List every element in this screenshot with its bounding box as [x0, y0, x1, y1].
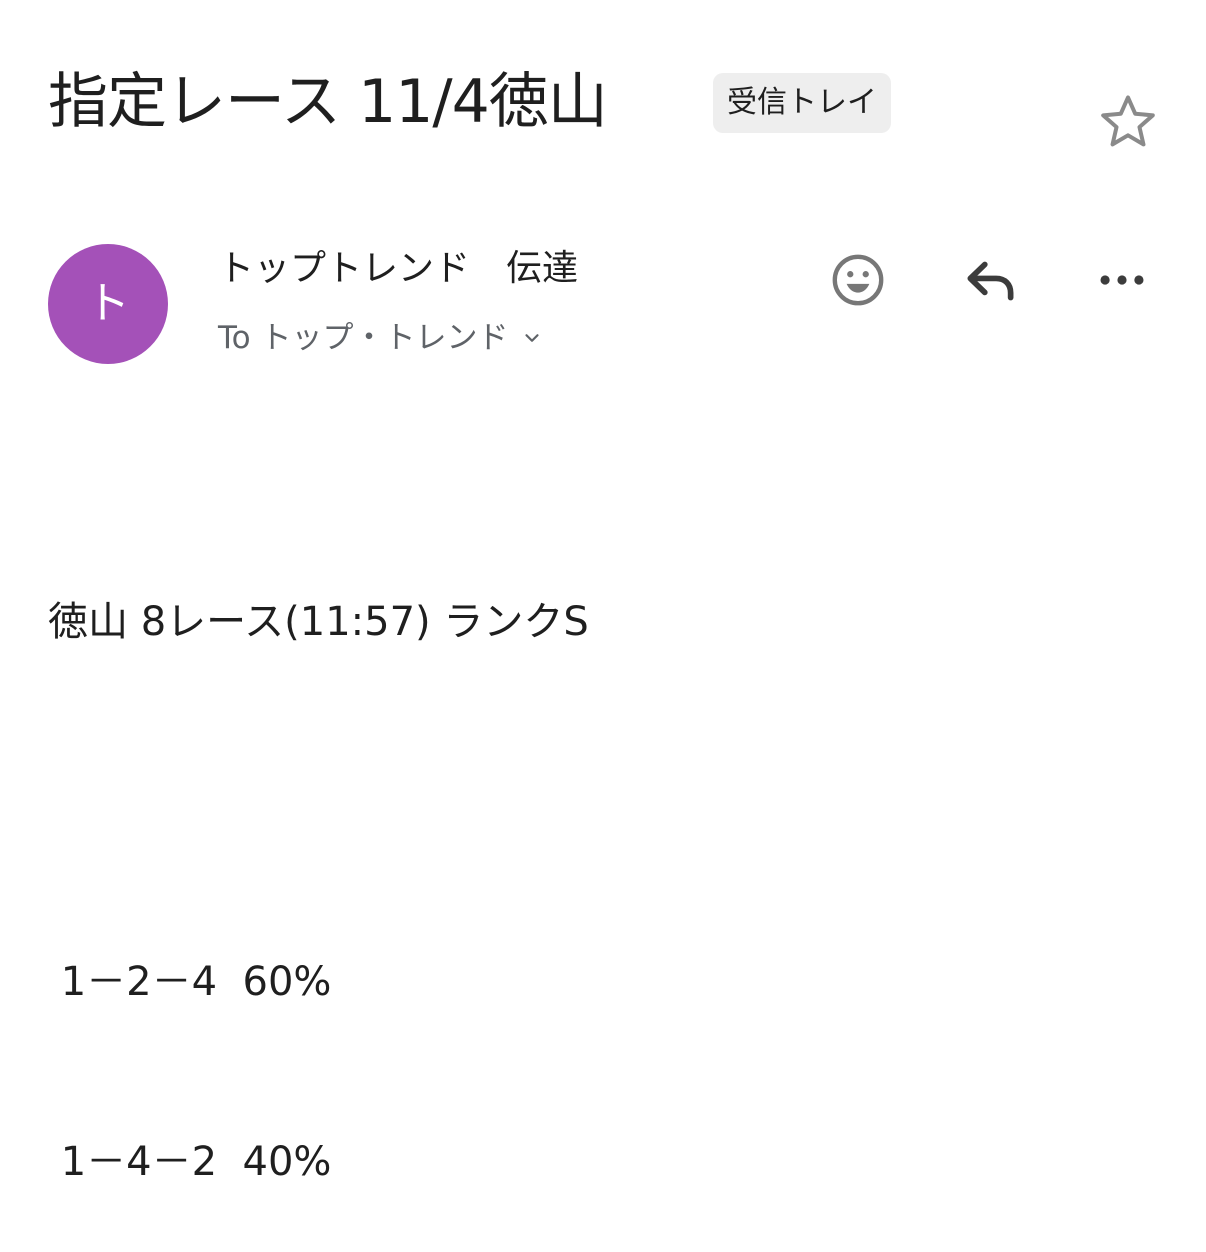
recipient-text: To トップ・トレンド [218, 320, 509, 356]
emoji-smile-icon [832, 254, 884, 306]
star-button[interactable] [1090, 84, 1166, 160]
chevron-down-icon [521, 327, 543, 349]
more-options-button[interactable] [1082, 240, 1162, 320]
inbox-label-chip[interactable]: 受信トレイ [713, 73, 891, 133]
add-reaction-button[interactable] [818, 240, 898, 320]
email-body: 徳山 8レース(11:57) ランクS 1－2－4 60% 1－4－2 40% [48, 472, 589, 1252]
sender-name[interactable]: トップトレンド 伝達 [218, 244, 578, 294]
reply-button[interactable] [951, 240, 1031, 320]
recipient-details-toggle[interactable]: To トップ・トレンド [218, 316, 543, 360]
more-horiz-icon [1100, 275, 1144, 285]
star-outline-icon [1101, 95, 1155, 147]
reply-icon [967, 261, 1014, 301]
body-line: 徳山 8レース(11:57) ランクS [48, 599, 589, 645]
body-line: 1－2－4 60% [48, 959, 332, 1005]
sender-row: ト トップトレンド 伝達 To トップ・トレンド [48, 240, 1166, 370]
body-line [48, 772, 589, 832]
subject-row: 指定レース 11/4徳山 受信トレイ [48, 58, 1166, 158]
email-subject: 指定レース 11/4徳山 [48, 67, 608, 137]
body-line: 1－4－2 40% [48, 1139, 332, 1185]
avatar[interactable]: ト [48, 244, 168, 364]
